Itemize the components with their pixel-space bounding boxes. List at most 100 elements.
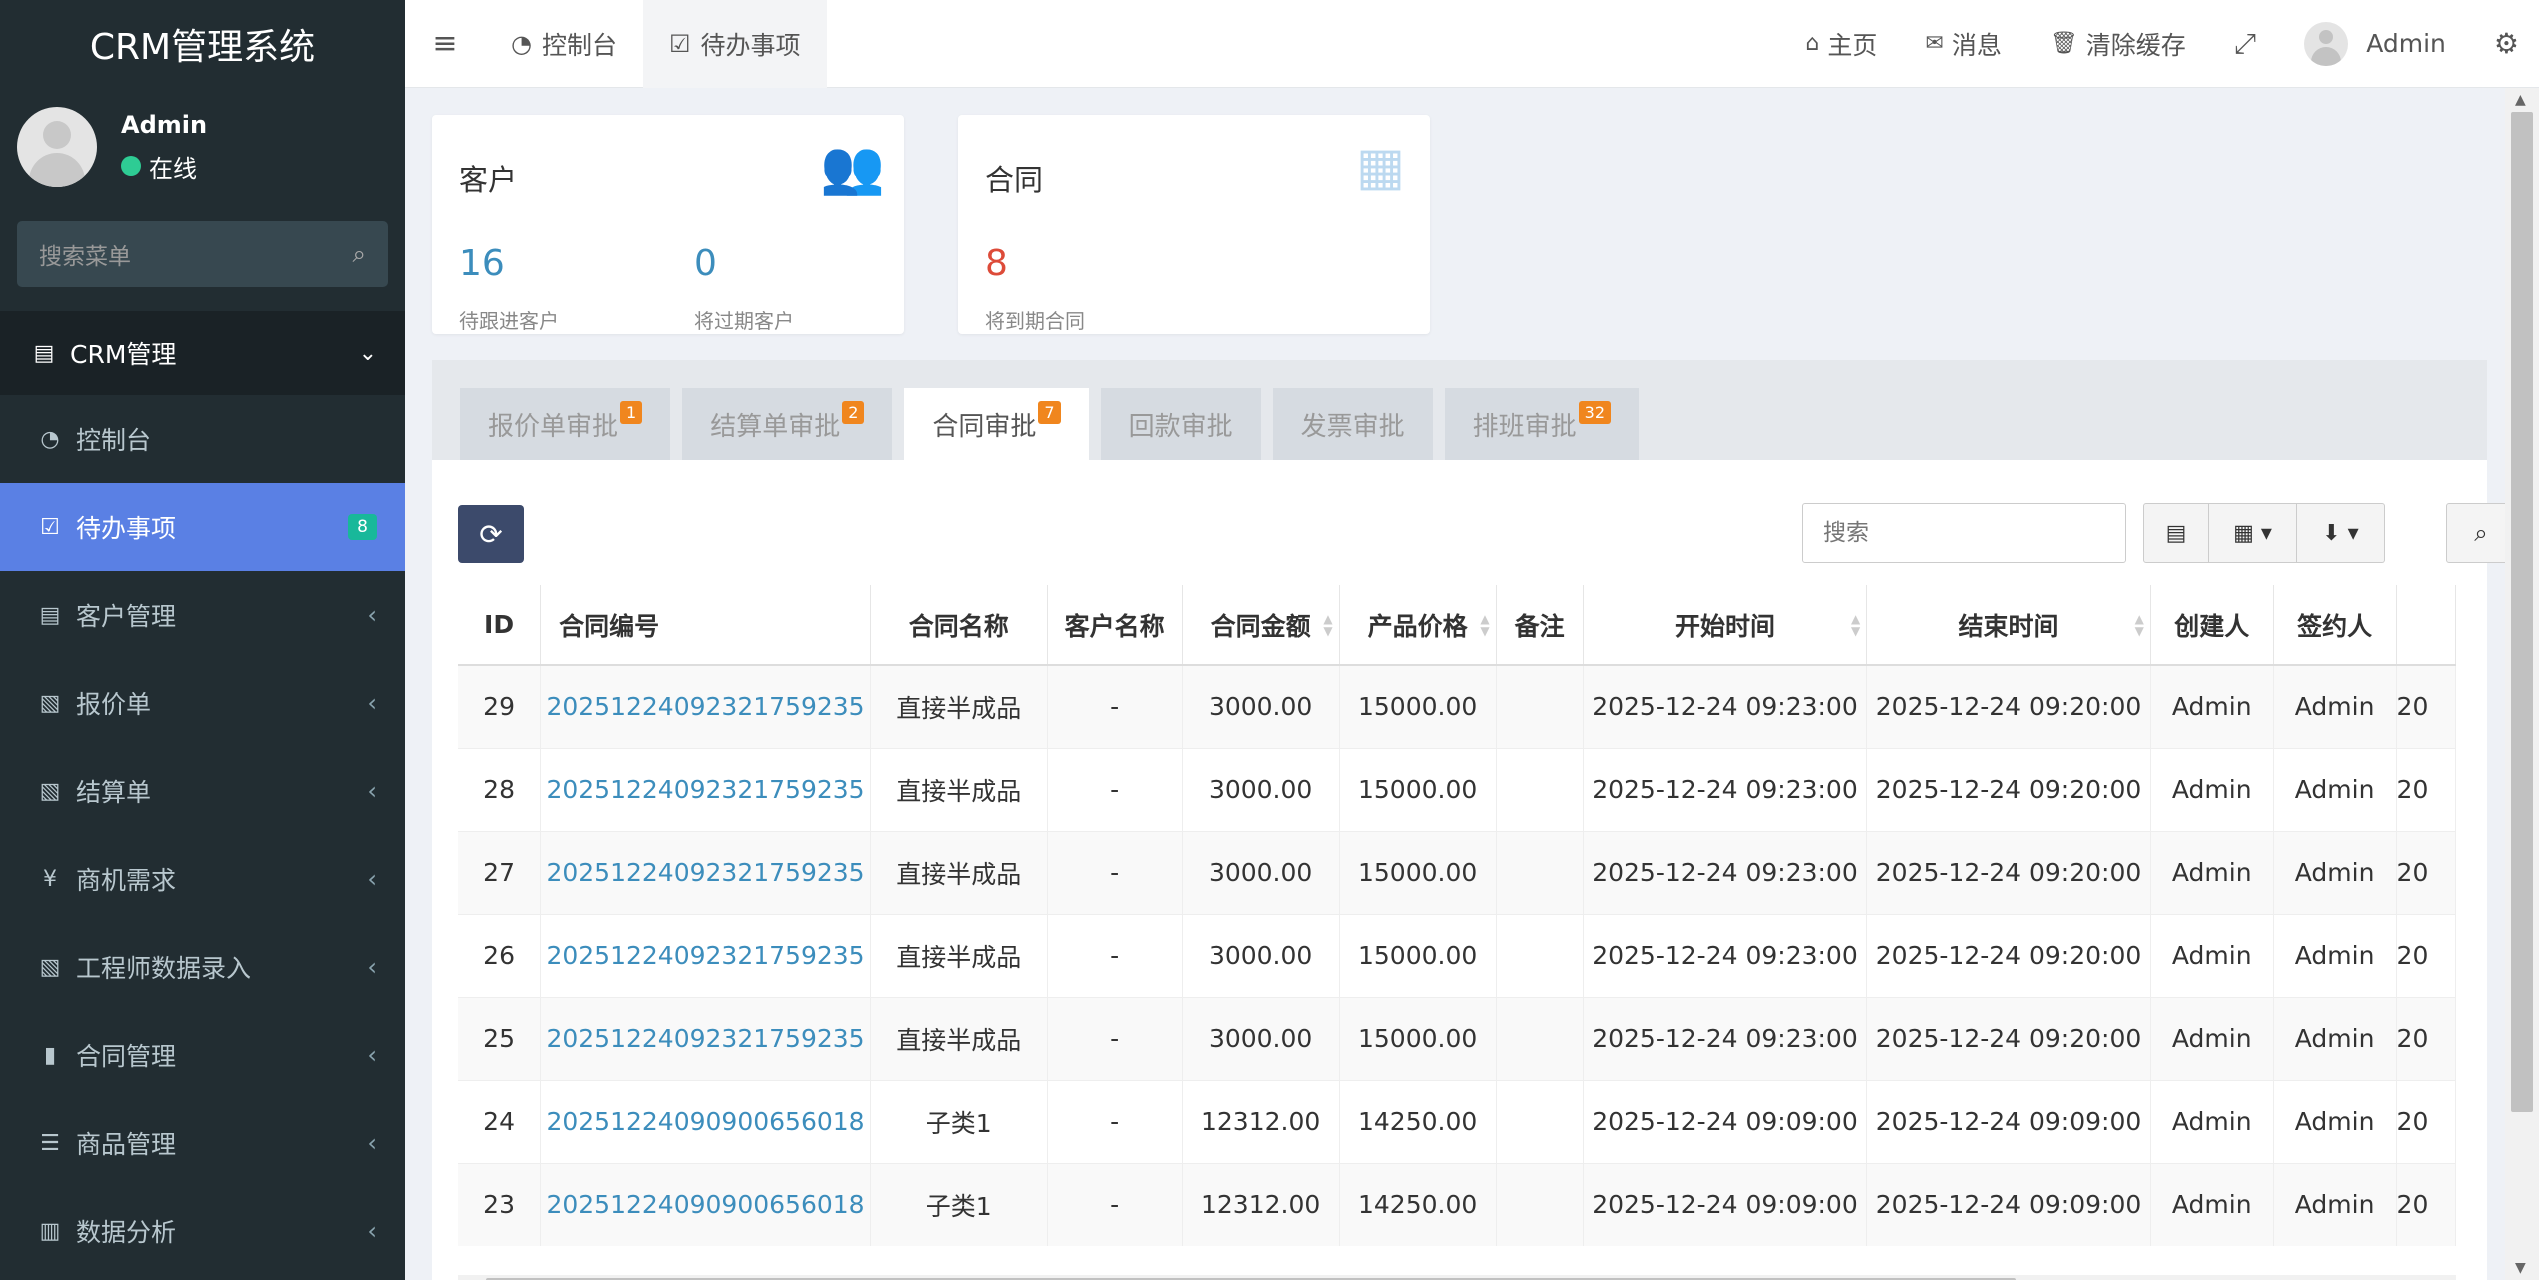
table-row[interactable]: 26 20251224092321759235 直接半成品 -3000.00 15000… <box>458 913 2456 997</box>
export-button[interactable]: ⬇ ▾ <box>2297 503 2385 563</box>
table-view-buttons: ▤ ▦ ▾ ⬇ ▾ <box>2143 503 2385 563</box>
table-cell: 3000.00 <box>1182 996 1340 1080</box>
table-cell: 3000.00 <box>1182 664 1340 748</box>
table-cell: 20 <box>2396 664 2456 748</box>
table-row[interactable]: 24 20251224090900656018 子类1-12312.00 14250.… <box>458 1079 2456 1163</box>
chevron-left-icon: ‹ <box>367 865 377 893</box>
contract-number-link[interactable]: 20251224092321759235 <box>540 664 871 748</box>
approval-tab-0[interactable]: 报价单审批 1 <box>460 388 671 460</box>
column-header[interactable]: 产品价格 ▲ ▼ <box>1339 585 1497 666</box>
approval-tab-3[interactable]: 回款审批 <box>1100 388 1261 460</box>
table-cell: 14250.00 <box>1339 1079 1497 1163</box>
column-header[interactable]: 合同金额 ▲ ▼ <box>1182 585 1340 666</box>
vertical-scroll-thumb[interactable] <box>2511 112 2533 1112</box>
sort-icon[interactable]: ▲ ▼ <box>1480 613 1489 637</box>
chevron-down-icon: ⌄ <box>358 340 377 366</box>
sort-icon[interactable]: ▲ ▼ <box>1323 613 1332 637</box>
sidebar-item-2[interactable]: ▤ 客户管理 ‹ <box>0 571 405 659</box>
column-header-label: 开始时间 <box>1674 611 1775 641</box>
contract-number-link[interactable]: 20251224092321759235 <box>540 747 871 831</box>
sidebar-item-3[interactable]: ▧ 报价单 ‹ <box>0 659 405 747</box>
app-title[interactable]: CRM管理系统 <box>0 0 405 88</box>
horizontal-scrollbar[interactable]: ◀ ▶ <box>458 1275 2456 1280</box>
approval-tab-1[interactable]: 结算单审批 2 <box>682 388 893 460</box>
approval-tab-2[interactable]: 合同审批 7 <box>904 388 1089 460</box>
table-cell: 2025-12-24 09:20:00 <box>1866 913 2151 997</box>
table-cell: 2025-12-24 09:20:00 <box>1866 830 2151 914</box>
sidebar-item-4[interactable]: ▧ 结算单 ‹ <box>0 747 405 835</box>
contract-table-wrapper: ID 合同编号 合同名称 客户名称 合同金额 ▲ ▼ 产品价格 ▲ ▼ 备注 开始时间 ▲ ▼ 结束时间 ▲ ▼… <box>458 585 2456 1275</box>
search-icon[interactable]: ⌕ <box>353 240 366 268</box>
sort-icon[interactable]: ▲ ▼ <box>1851 613 1860 637</box>
sidebar-item-content: ▤ 客户管理 <box>36 597 176 633</box>
column-header[interactable]: 结束时间 ▲ ▼ <box>1866 585 2151 666</box>
fullscreen-icon[interactable]: ⤢ <box>2210 27 2280 61</box>
customer-expiring-count[interactable]: 0 <box>694 243 717 284</box>
sidebar-item-8[interactable]: ☰ 商品管理 ‹ <box>0 1099 405 1187</box>
columns-button[interactable]: ▦ ▾ <box>2209 503 2297 563</box>
sidebar-item-1[interactable]: ☑ 待办事项 8 <box>0 483 405 571</box>
approval-tab-4[interactable]: 发票审批 <box>1272 388 1433 460</box>
contract-number-link[interactable]: 20251224090900656018 <box>540 1079 871 1163</box>
table-row[interactable]: 23 20251224090900656018 子类1-12312.00 14250.… <box>458 1162 2456 1246</box>
sidebar-section-crm[interactable]: ▤ CRM管理 ⌄ <box>0 311 405 395</box>
table-cell: Admin <box>2273 996 2397 1080</box>
scroll-up-icon[interactable]: ▲ <box>2515 92 2526 108</box>
table-cell: Admin <box>2273 913 2397 997</box>
tab-dashboard[interactable]: ◔ 控制台 <box>485 0 643 88</box>
column-header[interactable]: 开始时间 ▲ ▼ <box>1583 585 1868 666</box>
table-cell: 直接半成品 <box>870 913 1048 997</box>
table-row[interactable]: 25 20251224092321759235 直接半成品 -3000.00 15000… <box>458 996 2456 1080</box>
sort-icon[interactable]: ▲ ▼ <box>2135 613 2144 637</box>
contract-expiring-count[interactable]: 8 <box>985 243 1008 284</box>
table-cell: 20 <box>2396 913 2456 997</box>
contract-number-link[interactable]: 20251224090900656018 <box>540 1162 871 1246</box>
contract-number-link[interactable]: 20251224092321759235 <box>540 913 871 997</box>
approval-tab-label: 发票审批 <box>1300 411 1405 442</box>
user-panel: Admin 在线 <box>0 88 405 206</box>
table-cell: 20 <box>2396 1162 2456 1246</box>
messages-link[interactable]: ✉ 消息 <box>1901 26 2025 62</box>
customer-followup-count[interactable]: 16 <box>459 243 505 284</box>
home-link[interactable]: ⌂ 主页 <box>1781 26 1901 62</box>
vertical-scrollbar[interactable]: ▲ ▼ <box>2505 88 2539 1280</box>
table-cell: 12312.00 <box>1182 1162 1340 1246</box>
tab-todo[interactable]: ☑ 待办事项 <box>642 0 827 88</box>
sidebar-item-label: 报价单 <box>76 690 152 719</box>
table-cell <box>1496 664 1584 748</box>
menu-toggle-icon[interactable]: ≡ <box>405 26 485 61</box>
sidebar-item-7[interactable]: ▮ 合同管理 ‹ <box>0 1011 405 1099</box>
search-button[interactable]: ⌕ <box>2446 503 2505 563</box>
table-cell: - <box>1047 996 1183 1080</box>
user-menu[interactable]: Admin <box>2280 21 2470 66</box>
table-cell: Admin <box>2150 664 2274 748</box>
column-header-label: 合同名称 <box>908 611 1009 641</box>
approval-tab-5[interactable]: 排班审批 32 <box>1444 388 1640 460</box>
refresh-button[interactable]: ⟳ <box>458 505 524 563</box>
table-row[interactable]: 28 20251224092321759235 直接半成品 -3000.00 15000… <box>458 747 2456 831</box>
sidebar-item-6[interactable]: ▧ 工程师数据录入 ‹ <box>0 923 405 1011</box>
customer-stat-title: 客户 <box>459 163 518 197</box>
table-row[interactable]: 29 20251224092321759235 直接半成品 -3000.00 15000… <box>458 664 2456 748</box>
table-row[interactable]: 27 20251224092321759235 直接半成品 -3000.00 15000… <box>458 830 2456 914</box>
sidebar-item-5[interactable]: ¥ 商机需求 ‹ <box>0 835 405 923</box>
sidebar-item-0[interactable]: ◔ 控制台 <box>0 395 405 483</box>
user-status-label: 在线 <box>149 154 197 183</box>
file-excel-icon: ▧ <box>39 690 61 716</box>
scroll-down-icon[interactable]: ▼ <box>2515 1260 2526 1276</box>
column-header-label: 结束时间 <box>1958 611 2059 641</box>
chevron-left-icon: ‹ <box>367 601 377 629</box>
settings-gear-icon[interactable]: ⚙ <box>2470 27 2539 60</box>
clear-cache-link[interactable]: 🗑 清除缓存 <box>2026 26 2210 62</box>
column-header-label: 备注 <box>1514 611 1565 641</box>
table-cell: 26 <box>458 913 542 997</box>
table-search-input[interactable] <box>1802 503 2126 563</box>
sidebar-item-9[interactable]: ▥ 数据分析 ‹ <box>0 1187 405 1275</box>
toggle-view-button[interactable]: ▤ <box>2143 503 2209 563</box>
contract-number-link[interactable]: 20251224092321759235 <box>540 996 871 1080</box>
sidebar-search-input[interactable]: 搜索菜单 ⌕ <box>17 221 388 287</box>
table-cell <box>1496 1079 1584 1163</box>
contract-number-link[interactable]: 20251224092321759235 <box>540 830 871 914</box>
online-dot-icon <box>121 156 141 176</box>
table-cell <box>1496 1162 1584 1246</box>
